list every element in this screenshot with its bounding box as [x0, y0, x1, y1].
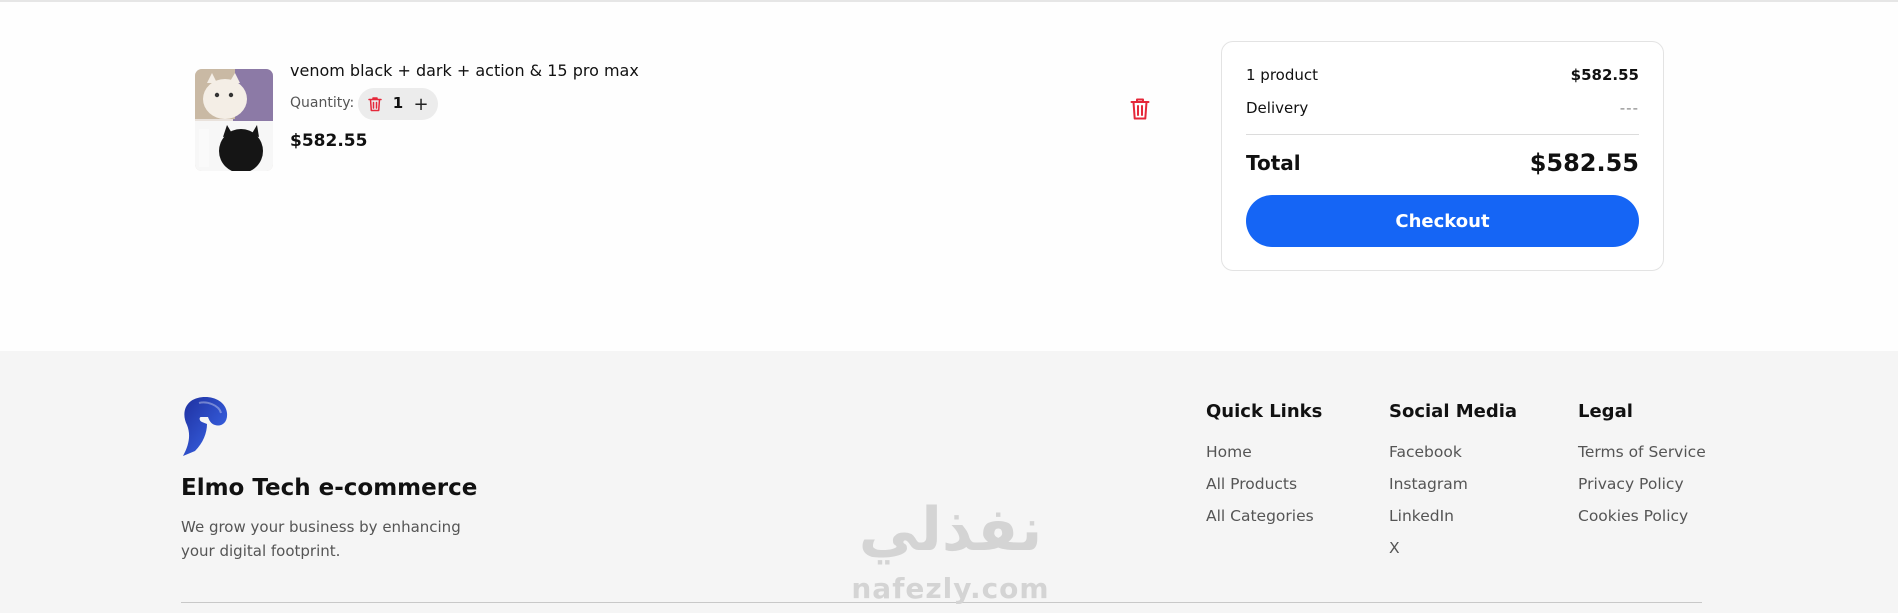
footer-link-all-categories[interactable]: All Categories	[1206, 506, 1322, 538]
footer-link-cookies[interactable]: Cookies Policy	[1578, 506, 1706, 538]
product-thumbnail[interactable]	[195, 69, 273, 171]
total-label: Total	[1246, 151, 1301, 175]
decrement-button[interactable]	[363, 92, 387, 116]
product-name[interactable]: venom black + dark + action & 15 pro max	[290, 61, 639, 80]
footer-link-instagram[interactable]: Instagram	[1389, 474, 1517, 506]
footer-link-privacy[interactable]: Privacy Policy	[1578, 474, 1706, 506]
brand-tagline: We grow your business by enhancing your …	[181, 518, 461, 560]
legal-title: Legal	[1578, 401, 1633, 422]
subtotal-value: $582.55	[1570, 66, 1639, 84]
increment-button[interactable]: +	[408, 91, 434, 117]
delivery-label: Delivery	[1246, 99, 1309, 117]
social-media-title: Social Media	[1389, 401, 1518, 422]
summary-divider	[1246, 134, 1639, 135]
watermark-arabic: نفذلي	[858, 495, 1043, 565]
plus-icon: +	[413, 93, 429, 115]
footer-link-home[interactable]: Home	[1206, 442, 1322, 474]
quantity-label: Quantity:	[290, 95, 355, 111]
checkout-button[interactable]: Checkout	[1246, 195, 1639, 247]
remove-item-button[interactable]	[1128, 96, 1152, 122]
quick-links-title: Quick Links	[1206, 401, 1323, 422]
product-price: $582.55	[290, 131, 368, 151]
delivery-value: ---	[1619, 99, 1639, 117]
subtotal-row: 1 product $582.55	[1246, 66, 1639, 84]
product-count: 1 product	[1246, 66, 1319, 84]
legal-column: Legal Terms of Service Privacy Policy Co…	[1578, 401, 1706, 538]
total-value: $582.55	[1529, 149, 1639, 177]
footer-link-terms[interactable]: Terms of Service	[1578, 442, 1706, 474]
cart-item: venom black + dark + action & 15 pro max…	[195, 61, 1155, 173]
trash-icon	[1130, 98, 1150, 120]
quantity-value: 1	[392, 94, 404, 112]
footer-link-linkedin[interactable]: LinkedIn	[1389, 506, 1517, 538]
footer-link-all-products[interactable]: All Products	[1206, 474, 1322, 506]
brand-name: Elmo Tech e-commerce	[181, 475, 478, 501]
brand-logo[interactable]	[181, 395, 229, 457]
total-row: Total $582.55	[1246, 149, 1639, 177]
footer-link-x[interactable]: X	[1389, 538, 1517, 570]
order-summary: 1 product $582.55 Delivery --- Total $58…	[1221, 41, 1664, 271]
top-divider	[0, 0, 1898, 2]
watermark: نفذلي nafezly.com	[843, 500, 1058, 604]
spartan-helmet-logo-icon	[183, 397, 228, 456]
social-media-column: Social Media Facebook Instagram LinkedIn…	[1389, 401, 1517, 570]
trash-icon	[368, 97, 382, 112]
delivery-row: Delivery ---	[1246, 99, 1639, 117]
quick-links-column: Quick Links Home All Products All Catego…	[1206, 401, 1322, 538]
footer-link-facebook[interactable]: Facebook	[1389, 442, 1517, 474]
quantity-stepper: 1 +	[358, 88, 438, 120]
watermark-latin: nafezly.com	[851, 572, 1050, 605]
